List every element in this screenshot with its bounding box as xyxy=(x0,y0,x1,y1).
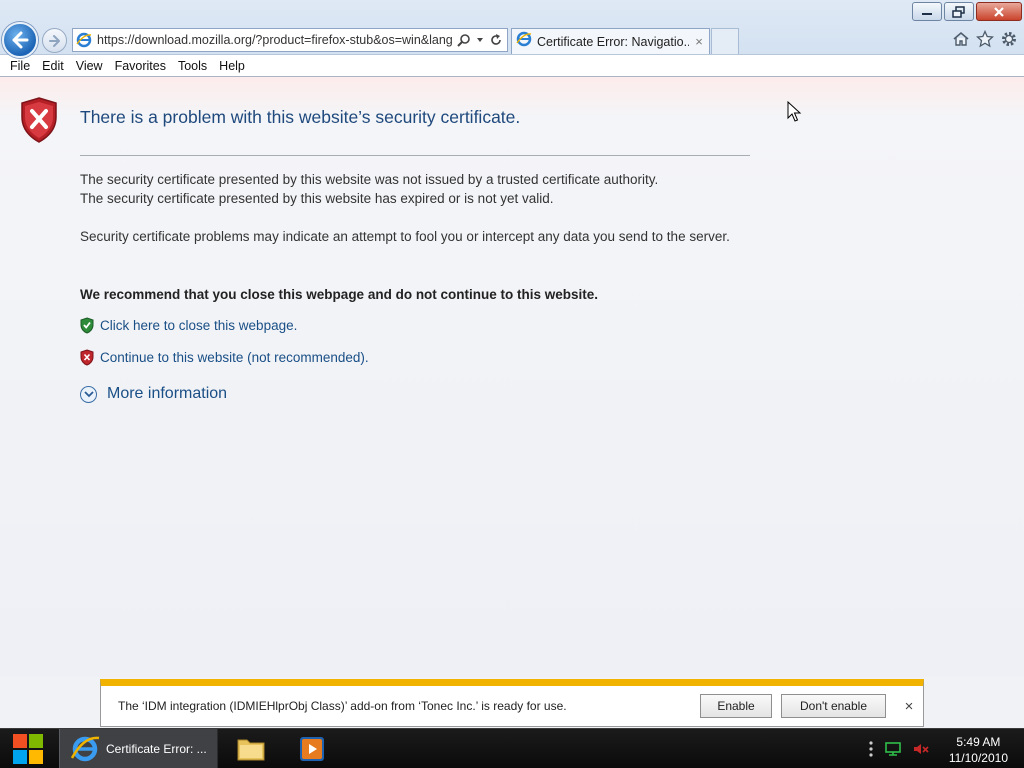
windows-logo-icon xyxy=(13,734,43,764)
tab-certificate-error[interactable]: Certificate Error: Navigatio... × xyxy=(511,28,710,54)
page-content: There is a problem with this website’s s… xyxy=(0,77,1024,677)
address-bar[interactable]: https://download.mozilla.org/?product=fi… xyxy=(72,28,508,52)
menu-help[interactable]: Help xyxy=(213,55,251,77)
close-icon xyxy=(994,6,1004,17)
warning-paragraph: Security certificate problems may indica… xyxy=(80,229,730,244)
restore-icon xyxy=(952,5,965,18)
close-webpage-option[interactable]: Click here to close this webpage. xyxy=(80,317,297,334)
restore-button[interactable] xyxy=(944,2,974,21)
menu-bar: File Edit View Favorites Tools Help xyxy=(0,55,1024,77)
page-title: There is a problem with this website’s s… xyxy=(80,107,521,127)
back-arrow-icon xyxy=(12,31,29,49)
home-icon[interactable] xyxy=(952,30,970,53)
ie-logo-icon xyxy=(516,31,532,52)
clock-date: 11/10/2010 xyxy=(948,751,1008,765)
continue-website-option[interactable]: Continue to this website (not recommende… xyxy=(80,349,369,366)
menu-edit[interactable]: Edit xyxy=(36,55,70,77)
mouse-cursor-icon xyxy=(787,101,802,122)
cert-issue-line-2: The security certificate presented by th… xyxy=(80,191,554,206)
chevron-down-icon xyxy=(80,385,97,403)
back-button[interactable] xyxy=(2,22,38,58)
folder-icon xyxy=(237,739,265,761)
minimize-button[interactable] xyxy=(912,2,942,21)
addon-notification-bar: The ‘IDM integration (IDMIEHlprObj Class… xyxy=(100,679,924,727)
notification-close-button[interactable]: × xyxy=(895,698,923,715)
taskbar-media-button[interactable] xyxy=(298,735,326,768)
ie-logo-icon xyxy=(73,29,95,51)
volume-muted-icon[interactable] xyxy=(912,741,930,757)
enable-button[interactable]: Enable xyxy=(700,694,772,718)
media-player-icon xyxy=(300,737,324,761)
refresh-icon[interactable] xyxy=(489,33,503,47)
browser-toolbar: https://download.mozilla.org/?product=fi… xyxy=(0,0,1024,58)
search-icon[interactable] xyxy=(457,33,471,47)
network-icon[interactable] xyxy=(884,741,902,757)
close-window-button[interactable] xyxy=(976,2,1022,21)
red-shield-error-icon xyxy=(21,97,57,143)
show-hidden-icons-icon[interactable] xyxy=(868,740,874,758)
recommendation-text: We recommend that you close this webpage… xyxy=(80,287,599,302)
forward-arrow-icon xyxy=(48,34,60,47)
start-button[interactable] xyxy=(0,729,56,768)
command-icons xyxy=(952,29,1018,53)
dont-enable-button[interactable]: Don't enable xyxy=(781,694,886,718)
tab-close-button[interactable]: × xyxy=(689,34,709,49)
system-clock[interactable]: 5:49 AM 11/10/2010 xyxy=(949,734,1008,766)
cert-issue-line-1: The security certificate presented by th… xyxy=(80,172,659,187)
favorites-star-icon[interactable] xyxy=(975,29,995,53)
tab-title: Certificate Error: Navigatio... xyxy=(537,34,689,49)
menu-favorites[interactable]: Favorites xyxy=(109,55,172,77)
window-controls xyxy=(912,2,1022,21)
more-information-toggle[interactable]: More information xyxy=(80,385,227,403)
menu-tools[interactable]: Tools xyxy=(172,55,213,77)
settings-gear-icon[interactable] xyxy=(1000,30,1018,53)
continue-website-link[interactable]: Continue to this website (not recommende… xyxy=(100,350,369,365)
new-tab-button[interactable] xyxy=(711,28,739,54)
system-tray xyxy=(868,729,930,768)
more-information-label: More information xyxy=(107,385,228,402)
divider xyxy=(80,155,750,156)
close-webpage-link[interactable]: Click here to close this webpage. xyxy=(100,318,297,333)
address-tools xyxy=(453,33,507,47)
minimize-icon xyxy=(922,12,932,15)
red-shield-icon xyxy=(80,349,94,366)
clock-time: 5:49 AM xyxy=(956,735,1001,749)
notification-text: The ‘IDM integration (IDMIEHlprObj Class… xyxy=(118,699,567,713)
address-url[interactable]: https://download.mozilla.org/?product=fi… xyxy=(95,33,453,47)
taskbar: Certificate Error: ... 5:49 AM 11/10/201… xyxy=(0,728,1024,768)
menu-view[interactable]: View xyxy=(70,55,109,77)
ie-logo-icon xyxy=(70,736,100,762)
taskbar-ie-button[interactable]: Certificate Error: ... xyxy=(59,729,218,768)
dropdown-icon[interactable] xyxy=(475,35,485,45)
green-shield-icon xyxy=(80,317,94,334)
forward-button[interactable] xyxy=(42,28,67,53)
taskbar-ie-label: Certificate Error: ... xyxy=(106,742,207,756)
taskbar-explorer-button[interactable] xyxy=(236,735,266,768)
